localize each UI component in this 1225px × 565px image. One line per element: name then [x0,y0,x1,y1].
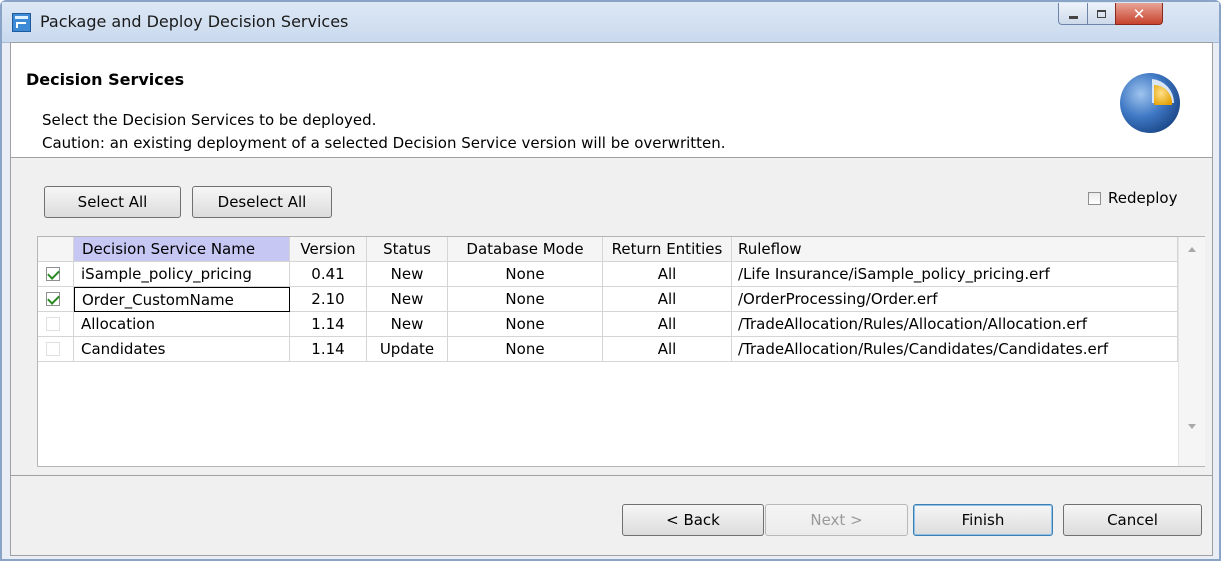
row-checkbox[interactable] [46,317,60,331]
cell-status: New [367,312,448,337]
footer-separator [11,475,1212,476]
redeploy-label: Redeploy [1108,189,1178,207]
redeploy-checkbox[interactable] [1088,191,1101,205]
scroll-down-icon[interactable] [1188,424,1196,429]
app-icon [12,13,31,32]
maximize-button[interactable] [1087,3,1116,25]
column-header-ruleflow[interactable]: Ruleflow [732,237,1178,262]
vertical-scrollbar[interactable] [1178,237,1205,466]
minimize-icon [1068,16,1078,19]
close-button[interactable]: ✕ [1115,3,1163,25]
finish-button[interactable]: Finish [913,504,1053,536]
row-select-cell [38,312,74,337]
row-checkbox[interactable] [46,267,60,281]
cell-status: New [367,287,448,312]
window-title: Package and Deploy Decision Services [40,12,349,31]
cell-return-entities: All [603,287,732,312]
title-bar[interactable]: Package and Deploy Decision Services ✕ [2,2,1219,43]
cell-version: 2.10 [290,287,367,312]
column-header-version[interactable]: Version [290,237,367,262]
row-checkbox[interactable] [46,342,60,356]
scroll-up-icon[interactable] [1188,247,1196,252]
dialog-body: Decision Services Select the Decision Se… [10,42,1213,556]
header-description: Select the Decision Services to be deplo… [42,111,377,129]
minimize-button[interactable] [1058,3,1088,25]
maximize-icon [1097,9,1106,18]
cell-return-entities: All [603,337,732,362]
cell-database-mode: None [448,287,603,312]
row-select-cell [38,337,74,362]
dialog-window: Package and Deploy Decision Services ✕ D… [0,0,1221,561]
cell-name[interactable]: iSample_policy_pricing [74,262,290,287]
cell-name[interactable]: Candidates [74,337,290,362]
deselect-all-button[interactable]: Deselect All [192,186,332,218]
cell-status: New [367,262,448,287]
column-header-status[interactable]: Status [367,237,448,262]
check-icon [47,267,60,280]
close-icon: ✕ [1132,4,1146,23]
decision-services-table[interactable]: Decision Service Name Version Status Dat… [37,236,1205,467]
back-button[interactable]: < Back [622,504,764,536]
row-select-cell [38,262,74,287]
header-caution: Caution: an existing deployment of a sel… [42,134,726,152]
column-header-return-entities[interactable]: Return Entities [603,237,732,262]
cell-status: Update [367,337,448,362]
row-checkbox[interactable] [46,292,60,306]
row-select-cell [38,287,74,312]
cell-return-entities: All [603,312,732,337]
cell-name[interactable]: Allocation [74,312,290,337]
cell-ruleflow: /Life Insurance/iSample_policy_pricing.e… [732,262,1178,287]
header-check-cell [38,237,74,262]
cell-database-mode: None [448,312,603,337]
check-icon [47,292,60,305]
cell-database-mode: None [448,262,603,287]
cell-ruleflow: /TradeAllocation/Rules/Candidates/Candid… [732,337,1178,362]
cell-ruleflow: /TradeAllocation/Rules/Allocation/Alloca… [732,312,1178,337]
cancel-button[interactable]: Cancel [1063,504,1202,536]
redeploy-option[interactable]: Redeploy [1088,189,1177,207]
cell-version: 1.14 [290,312,367,337]
cell-ruleflow: /OrderProcessing/Order.erf [732,287,1178,312]
column-header-name[interactable]: Decision Service Name [74,237,290,262]
wizard-header: Decision Services Select the Decision Se… [11,43,1212,158]
column-header-database-mode[interactable]: Database Mode [448,237,603,262]
next-button[interactable]: Next > [765,504,908,536]
cell-database-mode: None [448,337,603,362]
wizard-banner-icon [1120,73,1180,133]
cell-version: 1.14 [290,337,367,362]
cell-version: 0.41 [290,262,367,287]
page-title: Decision Services [26,70,185,89]
cell-return-entities: All [603,262,732,287]
cell-name-editor[interactable]: Order_CustomName [74,287,290,312]
select-all-button[interactable]: Select All [44,186,181,218]
